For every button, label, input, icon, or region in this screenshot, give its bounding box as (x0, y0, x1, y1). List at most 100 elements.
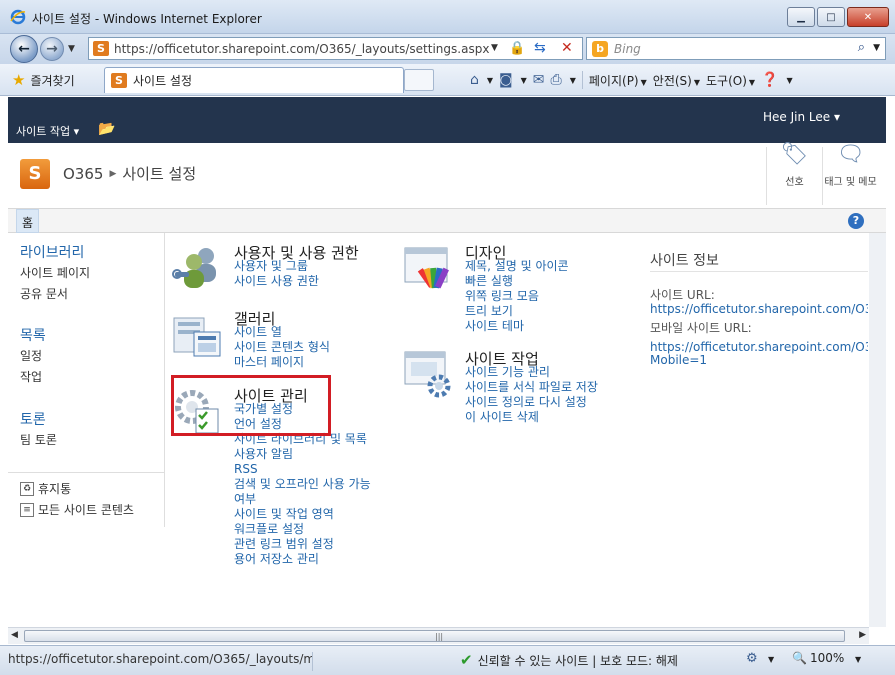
search-field[interactable]: b Bing ⌕ ▼ (586, 37, 886, 60)
link-quick-launch[interactable]: 빠른 실행 (465, 274, 569, 289)
zoom-control[interactable]: 🔍 100% (792, 651, 844, 665)
browser-tab[interactable]: S 사이트 설정 (104, 67, 404, 93)
link-delete-site[interactable]: 이 사이트 삭제 (465, 410, 598, 425)
breadcrumb-site-link[interactable]: O365 (63, 165, 103, 183)
chevron-down-icon: ▼ (748, 77, 756, 87)
safety-menu[interactable]: 안전(S) ▼ (653, 72, 700, 89)
site-url-link[interactable]: https://officetutor.sharepoint.com/O365/ (650, 303, 868, 316)
zoom-level: 100% (809, 651, 845, 665)
stop-icon[interactable]: ✕ (561, 40, 573, 56)
link-people-groups[interactable]: 사용자 및 그룹 (234, 259, 319, 274)
link-site-permissions[interactable]: 사이트 사용 권한 (234, 274, 319, 289)
new-tab-button[interactable] (404, 69, 434, 91)
ql-all-site-content[interactable]: ≡ 모든 사이트 콘텐츠 (20, 501, 134, 518)
lock-icon[interactable]: 🔒 (509, 41, 525, 56)
site-actions-menu[interactable]: 사이트 작업 ▾ (16, 123, 79, 139)
help-icon[interactable]: ? (848, 213, 864, 229)
favorites-label: 즐겨찾기 (30, 73, 75, 88)
home-icon[interactable]: ⌂ (470, 72, 479, 88)
link-site-content-types[interactable]: 사이트 콘텐츠 형식 (234, 340, 330, 355)
tags-notes-button[interactable]: 🗨 태그 및 메모 (822, 142, 878, 205)
link-workflow-settings[interactable]: 워크플로 설정 (234, 522, 371, 537)
ql-item-site-pages[interactable]: 사이트 페이지 (20, 264, 90, 281)
security-zone[interactable]: ✔ 신뢰할 수 있는 사이트 | 보호 모드: 해제 (460, 651, 678, 669)
forward-button[interactable]: → (40, 37, 64, 61)
address-field[interactable]: S https://officetutor.sharepoint.com/O36… (88, 37, 583, 60)
minimize-button[interactable]: ▁ (787, 7, 815, 27)
link-sites-workspaces[interactable]: 사이트 및 작업 영역 (234, 507, 371, 522)
ql-heading-lists[interactable]: 목록 (20, 325, 46, 345)
page-title: 사이트 설정 (122, 165, 197, 183)
link-tree-view[interactable]: 트리 보기 (465, 304, 569, 319)
page-menu[interactable]: 페이지(P) ▼ (589, 72, 647, 89)
ql-heading-discussions[interactable]: 토론 (20, 409, 46, 429)
home-dropdown-icon[interactable]: ▼ (487, 76, 493, 85)
tab-home[interactable]: 홈 (16, 209, 40, 233)
safety-menu-label: 안전(S) (652, 73, 692, 88)
ql-item-team-discussion[interactable]: 팀 토론 (20, 431, 57, 448)
command-bar: ⌂ ▼ ◙ ▼ ✉ ⎙ ▼ 페이지(P) ▼ 안전(S) ▼ 도구(O) ▼ ❓ ▼ (470, 71, 793, 89)
print-icon[interactable]: ⎙ (551, 72, 562, 88)
print-dropdown-icon[interactable]: ▼ (570, 76, 576, 85)
link-term-store[interactable]: 용어 저장소 관리 (234, 552, 371, 567)
maximize-button[interactable]: □ (817, 7, 845, 27)
address-dropdown-icon[interactable]: ▼ (491, 43, 498, 53)
link-rss[interactable]: RSS (234, 462, 371, 477)
rss-feed-icon[interactable]: ◙ (499, 72, 513, 88)
refresh-icon[interactable]: ⇆ (534, 40, 546, 56)
link-save-as-template[interactable]: 사이트를 서식 파일로 저장 (465, 380, 598, 395)
ql-item-tasks[interactable]: 작업 (20, 368, 42, 385)
ql-heading-libraries[interactable]: 라이브러리 (20, 242, 84, 262)
search-options-dropdown-icon[interactable]: ▼ (873, 43, 880, 53)
note-icon: 🗨 (836, 142, 865, 167)
link-site-theme[interactable]: 사이트 테마 (465, 319, 569, 334)
link-master-pages[interactable]: 마스터 페이지 (234, 355, 330, 370)
security-zone-label: 신뢰할 수 있는 사이트 | 보호 모드: 해제 (477, 653, 678, 668)
search-icon[interactable]: ⌕ (858, 40, 865, 55)
sharepoint-favicon-icon: S (111, 73, 127, 88)
ql-item-shared-documents[interactable]: 공유 문서 (20, 285, 68, 302)
link-search-offline-cont[interactable]: 여부 (234, 492, 371, 507)
tools-menu[interactable]: 도구(O) ▼ (706, 72, 755, 89)
address-url[interactable]: https://officetutor.sharepoint.com/O365/… (114, 42, 489, 56)
zoom-dropdown-icon[interactable]: ▼ (855, 655, 861, 664)
ql-recycle-bin[interactable]: ♻ 휴지통 (20, 480, 71, 497)
scrollbar-thumb[interactable]: ||| (24, 630, 845, 642)
help-menu-icon[interactable]: ❓ (761, 72, 778, 88)
feed-dropdown-icon[interactable]: ▼ (521, 76, 527, 85)
checkmark-icon: ✔ (460, 651, 473, 669)
link-reset-site-definition[interactable]: 사이트 정의로 다시 설정 (465, 395, 598, 410)
section-links: 사용자 및 그룹 사이트 사용 권한 (234, 259, 319, 289)
vertical-scrollbar[interactable] (869, 233, 886, 627)
tag-icon: 🏷 (780, 142, 809, 167)
close-window-button[interactable]: ✕ (847, 7, 889, 27)
chevron-down-icon[interactable]: ▼ (768, 655, 774, 664)
link-related-links-scope[interactable]: 관련 링크 범위 설정 (234, 537, 371, 552)
sharepoint-topbar: 사이트 작업 ▾ 📂 Hee Jin Lee ▾ (8, 97, 886, 143)
recent-pages-dropdown-icon[interactable]: ▼ (68, 44, 75, 54)
navigate-up-icon[interactable]: 📂 (98, 121, 115, 137)
like-button[interactable]: 🏷 선호 (766, 142, 822, 205)
link-user-alerts[interactable]: 사용자 알림 (234, 447, 371, 462)
ql-item-calendar[interactable]: 일정 (20, 347, 42, 364)
scroll-right-icon[interactable]: ▶ (859, 630, 866, 640)
sharepoint-logo[interactable]: S (20, 159, 50, 189)
link-site-columns[interactable]: 사이트 열 (234, 325, 330, 340)
mobile-url-link-cont[interactable]: Mobile=1 (650, 354, 868, 367)
link-manage-site-features[interactable]: 사이트 기능 관리 (465, 365, 598, 380)
scroll-left-icon[interactable]: ◀ (11, 630, 18, 640)
link-title-description-icon[interactable]: 제목, 설명 및 아이콘 (465, 259, 569, 274)
help-dropdown-icon[interactable]: ▼ (786, 76, 792, 85)
user-name: Hee Jin Lee (763, 110, 831, 124)
user-menu[interactable]: Hee Jin Lee ▾ (763, 110, 840, 124)
link-top-link-bar[interactable]: 위쪽 링크 모음 (465, 289, 569, 304)
horizontal-scrollbar[interactable]: ◀ ||| ▶ (8, 627, 869, 644)
ql-recycle-bin-label: 휴지통 (38, 482, 72, 496)
protected-mode-icon[interactable]: ⚙ (746, 651, 758, 666)
window-titlebar: 사이트 설정 - Windows Internet Explorer ▁ □ ✕ (0, 0, 895, 34)
favorites-button[interactable]: ★ 즐겨찾기 (12, 71, 75, 89)
tags-notes-label: 태그 및 메모 (824, 177, 877, 188)
link-search-offline[interactable]: 검색 및 오프라인 사용 가능 (234, 477, 371, 492)
back-button[interactable]: ← (10, 35, 38, 63)
mail-icon[interactable]: ✉ (533, 72, 545, 88)
